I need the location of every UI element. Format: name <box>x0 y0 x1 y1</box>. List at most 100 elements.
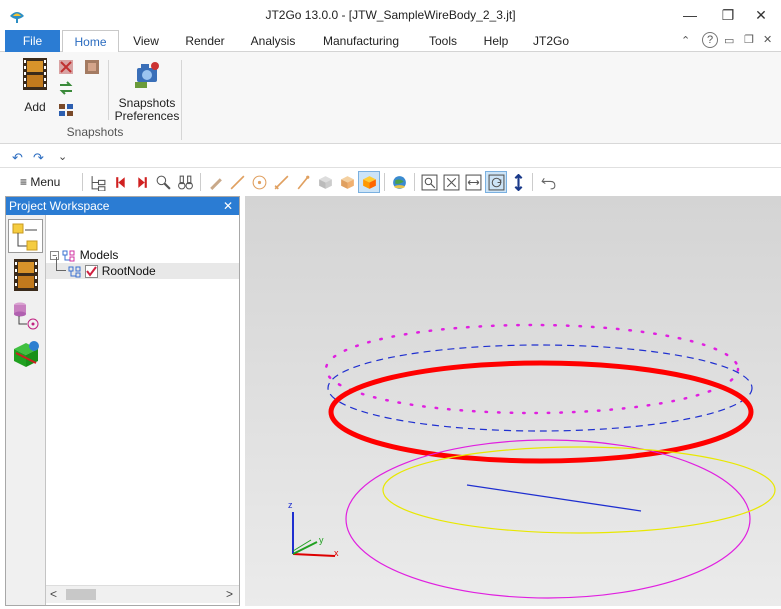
dimension-tool-icon[interactable] <box>273 174 290 191</box>
scrollbar-thumb[interactable] <box>66 589 96 600</box>
ribbon-divider <box>108 60 109 120</box>
triad-x-label: x <box>334 548 339 558</box>
orange-cube-icon[interactable] <box>339 174 356 191</box>
ribbon-tabs: File Home View Render Analysis Manufactu… <box>0 30 781 53</box>
tab-home[interactable]: Home <box>62 30 119 53</box>
rotate-view-icon[interactable] <box>488 174 505 191</box>
tree-connector <box>56 257 66 271</box>
collapse-ribbon-icon[interactable]: ⌃ <box>681 34 690 47</box>
circle-tool-icon[interactable] <box>251 174 268 191</box>
tree-label-rootnode: RootNode <box>101 264 156 278</box>
wire-dotted-ellipse <box>324 323 740 415</box>
wire-magenta-ellipse <box>345 439 751 599</box>
toolbar-divider <box>200 173 201 191</box>
model-tree: − Models RootNode <box>46 215 239 585</box>
assembly-node-icon <box>68 266 81 278</box>
triad-z-label: z <box>288 500 293 510</box>
zoom-area-icon[interactable] <box>155 174 172 191</box>
workspace-title: Project Workspace <box>9 199 110 213</box>
tab-help[interactable]: Help <box>474 30 518 52</box>
workspace-tab-assembly-icon[interactable] <box>10 339 42 371</box>
redo-icon[interactable]: ↷ <box>33 150 44 166</box>
quick-access-toolbar: ↶ ↷ ⌄ <box>0 148 781 168</box>
line-tool-icon[interactable] <box>229 174 246 191</box>
tab-tools[interactable]: Tools <box>418 30 468 52</box>
zoom-window-icon[interactable] <box>421 174 438 191</box>
tree-view-icon[interactable] <box>90 174 107 191</box>
markup-pencil-icon[interactable] <box>207 174 224 191</box>
film-icon <box>23 58 47 90</box>
customize-qat-icon[interactable]: ⌄ <box>58 150 67 163</box>
toolbar-divider <box>532 173 533 191</box>
delete-snapshot-icon[interactable] <box>58 59 74 75</box>
scroll-right-arrow[interactable]: > <box>226 587 233 601</box>
wire-red-ellipse <box>328 360 754 464</box>
close-icon: ✕ <box>755 6 767 23</box>
workspace-close-icon[interactable]: ✕ <box>223 197 233 215</box>
vertical-arrow-icon[interactable] <box>510 174 527 191</box>
triad-y-label: y <box>319 535 324 545</box>
restore-icon: ❐ <box>721 6 735 23</box>
close-button[interactable]: ✕ <box>741 0 781 30</box>
title-bar: JT2Go 13.0.0 - [JTW_SampleWireBody_2_3.j… <box>0 0 781 30</box>
undo-icon[interactable]: ↶ <box>12 150 23 166</box>
workspace-tab-snapshots-icon[interactable] <box>12 259 40 291</box>
tree-item-rootnode[interactable]: RootNode <box>46 263 239 279</box>
workspace-header: Project Workspace ✕ <box>6 197 239 215</box>
snapshots-pref-label-2: Preferences <box>114 109 180 123</box>
toolbar-divider <box>82 173 83 191</box>
tab-manufacturing[interactable]: Manufacturing <box>312 30 410 52</box>
minimize-icon: — <box>683 7 697 23</box>
solid-cube-icon[interactable] <box>361 174 378 191</box>
group-label-snapshots: Snapshots <box>66 125 124 139</box>
workspace-icon-bar <box>6 215 46 605</box>
tab-render[interactable]: Render <box>176 30 234 52</box>
angle-tool-icon[interactable] <box>295 174 312 191</box>
tab-jt2go[interactable]: JT2Go <box>524 30 578 52</box>
visibility-checkbox-icon[interactable] <box>85 265 99 279</box>
add-snapshot-button[interactable]: Add <box>18 58 52 118</box>
help-icon[interactable]: ? <box>702 32 718 48</box>
model-tree-icon <box>12 223 38 251</box>
toolbar-divider <box>384 173 385 191</box>
doc-minimize-icon[interactable]: ▭ <box>724 34 734 47</box>
tab-view[interactable]: View <box>122 30 170 52</box>
workspace-tab-models[interactable] <box>8 219 43 253</box>
wire-dashed-ellipse <box>327 344 753 432</box>
snapshot-properties-icon[interactable] <box>84 59 100 75</box>
tab-file[interactable]: File <box>5 30 60 52</box>
3d-viewport[interactable]: z x y <box>245 196 781 606</box>
globe-icon[interactable] <box>391 174 408 191</box>
step-back-icon[interactable] <box>113 174 130 191</box>
horizontal-scrollbar[interactable]: < > <box>46 585 239 603</box>
step-forward-icon[interactable] <box>133 174 150 191</box>
scroll-left-arrow[interactable]: < <box>50 587 57 601</box>
tree-label-models: Models <box>79 248 119 262</box>
snapshots-pref-label-1: Snapshots <box>118 96 176 110</box>
replace-snapshot-icon[interactable] <box>58 80 74 96</box>
viewport-canvas: z x y <box>288 323 776 599</box>
minimize-button[interactable]: — <box>670 0 710 30</box>
project-workspace-panel: Project Workspace ✕ − Models RootNode < … <box>5 196 240 606</box>
workspace-tab-database-icon[interactable] <box>11 300 41 330</box>
ribbon-divider <box>181 60 182 140</box>
snapshots-preferences-button[interactable]: Snapshots Preferences <box>114 58 180 128</box>
doc-close-icon[interactable]: ✕ <box>763 33 772 46</box>
shaded-cube-icon[interactable] <box>317 174 334 191</box>
toolbar-divider <box>414 173 415 191</box>
window-title: JT2Go 13.0.0 - [JTW_SampleWireBody_2_3.j… <box>265 8 516 22</box>
undo-view-icon[interactable] <box>540 174 557 191</box>
ribbon: Add Snapshots Preferences Snapshots <box>0 52 781 144</box>
doc-restore-icon[interactable]: ❐ <box>744 33 754 46</box>
pan-horizontal-icon[interactable] <box>465 174 482 191</box>
camera-preferences-icon <box>135 62 159 88</box>
binoculars-icon[interactable] <box>177 174 194 191</box>
axis-triad: z x y <box>288 500 339 558</box>
snapshot-list-icon[interactable] <box>58 102 74 118</box>
fit-all-icon[interactable] <box>443 174 460 191</box>
wire-blue-line <box>466 484 642 512</box>
menu-button[interactable]: ≡ Menu <box>20 175 60 189</box>
main-toolbar: ≡ Menu <box>0 170 781 195</box>
add-label: Add <box>24 100 46 114</box>
tab-analysis[interactable]: Analysis <box>242 30 304 52</box>
